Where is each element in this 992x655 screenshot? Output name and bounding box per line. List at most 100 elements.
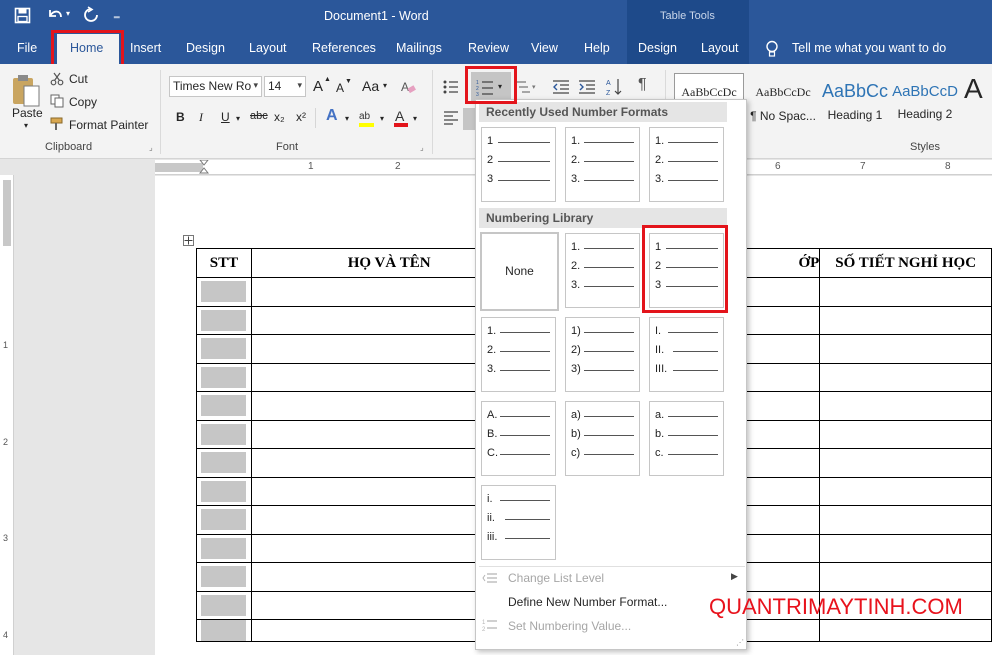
style-heading-2[interactable]: AaBbCcD Heading 2 — [892, 73, 958, 129]
save-icon[interactable] — [14, 7, 31, 24]
shaded-cell — [201, 395, 247, 417]
shaded-cell — [201, 452, 247, 474]
svg-text:A: A — [401, 80, 409, 94]
library-number-format[interactable]: A. B. C. — [481, 401, 556, 476]
tab-table-layout[interactable]: Layout — [701, 41, 739, 55]
copy-button[interactable]: Copy — [69, 95, 97, 109]
number-label: ii. — [487, 512, 495, 524]
cut-button[interactable]: Cut — [69, 72, 88, 86]
shrink-font-button[interactable]: A — [336, 81, 344, 95]
format-painter-button[interactable]: Format Painter — [69, 118, 148, 132]
undo-dropdown-icon[interactable]: ▾ — [66, 9, 70, 18]
clear-formatting-icon[interactable]: A — [400, 79, 416, 95]
text-effects-dropdown-icon[interactable]: ▾ — [345, 114, 349, 123]
number-label: 1. — [487, 325, 497, 337]
library-number-format[interactable]: i. ii. iii. — [481, 485, 556, 560]
tab-mailings[interactable]: Mailings — [396, 41, 442, 55]
format-painter-icon[interactable] — [50, 117, 64, 131]
strikethrough-button[interactable]: abc — [250, 110, 268, 122]
watermark: QUANTRIMAYTINH.COM — [709, 594, 963, 619]
multilevel-list-icon[interactable]: ▾ — [515, 79, 539, 95]
underline-button[interactable]: U — [221, 110, 230, 124]
tab-references[interactable]: References — [312, 41, 376, 55]
numbering-dropdown-menu: Recently Used Number Formats Numbering L… — [475, 99, 747, 650]
pilcrow-icon[interactable]: ¶ — [638, 76, 647, 94]
library-number-format[interactable]: 1. 2. 3. — [565, 233, 640, 308]
italic-button[interactable]: I — [199, 110, 203, 125]
tell-me-search[interactable]: Tell me what you want to do — [792, 41, 946, 55]
tab-help[interactable]: Help — [584, 41, 610, 55]
recent-number-format[interactable]: 1. 2. 3. — [649, 127, 724, 202]
library-number-format[interactable]: I. II. III. — [649, 317, 724, 392]
change-case-button[interactable]: Aa — [362, 78, 379, 94]
resize-grip-icon[interactable]: ⋰ — [736, 638, 744, 647]
number-label: iii. — [487, 531, 498, 543]
library-number-format[interactable]: a) b) c) — [565, 401, 640, 476]
numbering-none-option[interactable]: None — [480, 232, 559, 311]
align-center-button[interactable] — [463, 108, 475, 130]
bold-button[interactable]: B — [176, 110, 185, 124]
library-number-format[interactable]: 1) 2) 3) — [565, 317, 640, 392]
ruler-mark: 7 — [860, 161, 866, 172]
indent-marker-icon[interactable] — [198, 159, 210, 175]
tab-insert[interactable]: Insert — [130, 41, 161, 55]
number-label: b) — [571, 428, 581, 440]
copy-icon[interactable] — [50, 94, 64, 108]
tab-layout[interactable]: Layout — [249, 41, 287, 55]
bullets-icon[interactable] — [443, 79, 459, 95]
change-list-level-item[interactable]: Change List Level — [508, 571, 604, 585]
header-stt[interactable]: STT — [196, 248, 252, 278]
customize-qat-icon[interactable]: ‗ — [114, 8, 120, 19]
superscript-button[interactable]: x² — [296, 110, 306, 124]
number-line — [668, 435, 718, 436]
change-case-dropdown-icon[interactable]: ▾ — [383, 81, 387, 90]
redo-icon[interactable] — [82, 6, 100, 24]
svg-text:Z: Z — [606, 90, 611, 97]
tab-view[interactable]: View — [531, 41, 558, 55]
number-line — [500, 454, 550, 455]
increase-indent-icon[interactable] — [578, 79, 596, 95]
font-color-dropdown-icon[interactable]: ▾ — [413, 114, 417, 123]
submenu-arrow-icon: ▶ — [731, 571, 738, 581]
library-number-format[interactable]: 1. 2. 3. — [481, 317, 556, 392]
font-name-combo[interactable]: Times New Ro ▾ — [169, 76, 262, 97]
paste-dropdown-icon[interactable]: ▾ — [24, 121, 28, 130]
highlight-color-icon[interactable]: ab — [357, 108, 377, 128]
recent-number-format[interactable]: 1 2 3 — [481, 127, 556, 202]
number-label: 1 — [487, 135, 494, 147]
library-number-format[interactable]: a. b. c. — [649, 401, 724, 476]
decrease-indent-icon[interactable] — [552, 79, 570, 95]
vertical-ruler[interactable]: 1 2 3 4 — [0, 175, 14, 655]
style-title[interactable]: A — [964, 73, 992, 129]
subscript-button[interactable]: x₂ — [274, 110, 285, 124]
align-left-icon[interactable] — [443, 110, 459, 126]
set-numbering-value-item[interactable]: Set Numbering Value... — [508, 619, 631, 633]
paste-icon[interactable] — [11, 72, 41, 108]
number-line — [584, 286, 634, 287]
scissors-icon[interactable] — [50, 72, 64, 86]
tab-review[interactable]: Review — [468, 41, 509, 55]
clipboard-launcher-icon[interactable]: ⌟ — [149, 143, 153, 152]
text-effects-icon[interactable]: A — [326, 107, 338, 125]
chevron-down-icon: ▾ — [297, 80, 302, 90]
undo-icon[interactable] — [46, 6, 66, 24]
font-launcher-icon[interactable]: ⌟ — [420, 143, 424, 152]
grow-font-button[interactable]: A — [313, 78, 323, 95]
paste-button[interactable]: Paste — [12, 106, 43, 120]
table-move-handle-icon[interactable] — [183, 235, 194, 246]
sort-icon[interactable]: AZ — [606, 77, 622, 97]
underline-dropdown-icon[interactable]: ▾ — [236, 114, 240, 123]
header-absences[interactable]: SỐ TIẾT NGHỈ HỌC — [819, 248, 992, 278]
style-heading-1[interactable]: AaBbCc Heading 1 — [822, 73, 888, 129]
recent-number-format[interactable]: 1. 2. 3. — [565, 127, 640, 202]
style-no-spacing[interactable]: AaBbCcDc ¶ No Spac... — [748, 73, 818, 129]
tab-file[interactable]: File — [17, 41, 37, 55]
tab-design[interactable]: Design — [186, 41, 225, 55]
number-line — [668, 142, 718, 143]
font-size-combo[interactable]: 14 ▾ — [264, 76, 306, 97]
define-new-format-item[interactable]: Define New Number Format... — [508, 595, 667, 609]
number-label: II. — [655, 344, 665, 356]
tab-table-design[interactable]: Design — [638, 41, 677, 55]
font-color-icon[interactable]: A — [392, 108, 412, 128]
highlight-dropdown-icon[interactable]: ▾ — [380, 114, 384, 123]
